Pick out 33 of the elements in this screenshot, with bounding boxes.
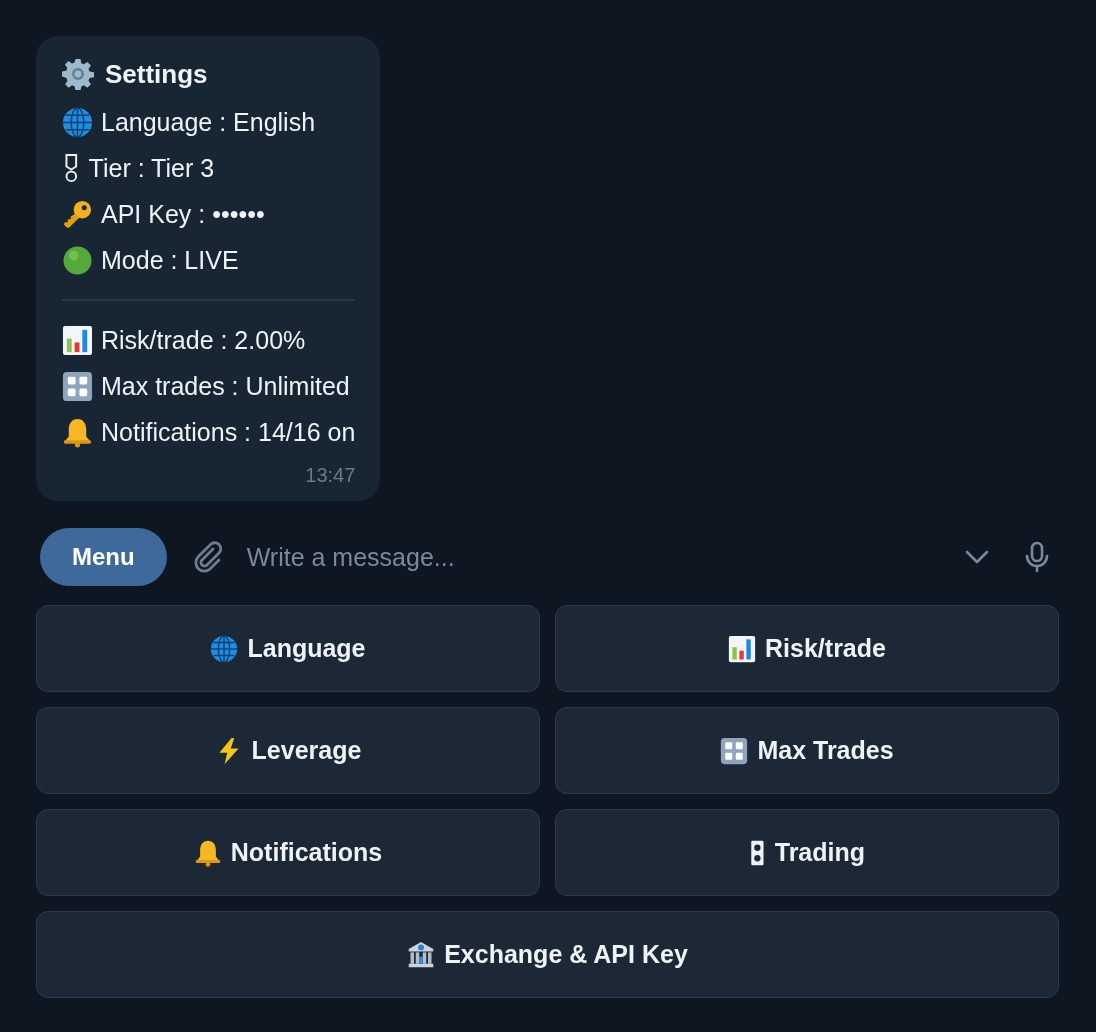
setting-line: Max trades : Unlimited (101, 371, 350, 401)
bar-chart-icon (728, 634, 757, 663)
keyboard-button[interactable]: Max Trades (555, 707, 1059, 794)
message-title: Settings (105, 58, 208, 90)
keyboard-button[interactable]: Trading (555, 809, 1059, 896)
bell-icon (62, 416, 93, 448)
setting-line: Risk/trade : 2.00% (101, 325, 306, 355)
keyboard-button[interactable]: Leverage (36, 707, 540, 794)
setting-line: Mode : LIVE (101, 245, 239, 275)
keypad-tile-icon (720, 736, 749, 765)
message-time: 13:47 (305, 463, 356, 487)
bell-icon (193, 838, 222, 867)
message-input[interactable]: Write a message... (246, 537, 965, 577)
key-icon (62, 198, 93, 230)
setting-line: Tier : Tier 3 (88, 153, 215, 183)
keyboard-button[interactable]: Exchange & API Key (36, 911, 1059, 998)
menu-button[interactable]: Menu (40, 528, 167, 586)
keyboard-button[interactable]: Risk/trade (555, 605, 1059, 692)
gear-icon (62, 58, 94, 90)
bar-chart-icon (62, 324, 93, 356)
chevron-down-icon[interactable] (965, 550, 989, 564)
status-dot-icon (62, 244, 93, 276)
setting-line: Notifications : 14/16 on (101, 417, 356, 447)
keyboard-button[interactable]: Notifications (36, 809, 540, 896)
globe-icon (62, 106, 93, 138)
globe-icon (210, 634, 239, 663)
setting-line: Language : English (101, 107, 316, 137)
setting-line: API Key : •••••• (101, 199, 265, 229)
microphone-icon[interactable] (1025, 541, 1049, 573)
control-knobs-icon (748, 838, 766, 867)
bank-icon (407, 940, 436, 969)
keyboard-button[interactable]: Language (36, 605, 540, 692)
keypad-tile-icon (62, 370, 93, 402)
